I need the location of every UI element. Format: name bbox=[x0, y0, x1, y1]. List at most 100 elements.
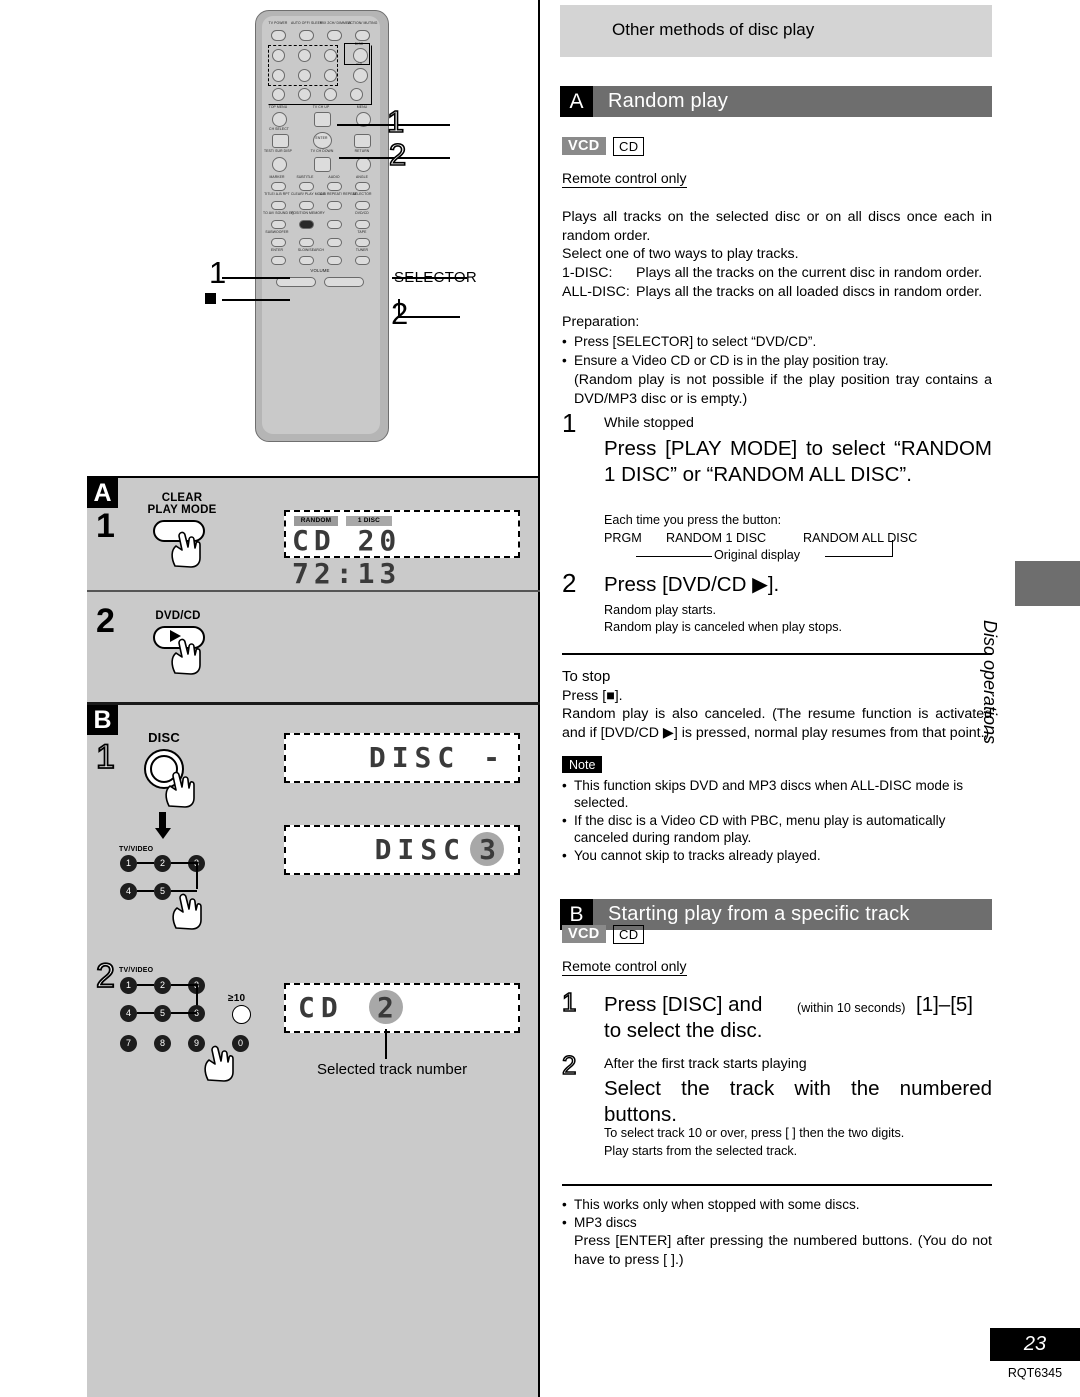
remote-button-angle[interactable] bbox=[355, 182, 370, 191]
panel-b2-key-7[interactable]: 7 bbox=[120, 1035, 137, 1052]
remote-button-subwoofer[interactable] bbox=[271, 238, 286, 247]
section-b-footer-bullet-2: • MP3 discs bbox=[562, 1214, 992, 1231]
section-b-divider bbox=[562, 1184, 992, 1186]
section-a-prep-bullet-1: • Press [SELECTOR] to select “DVD/CD”. bbox=[562, 333, 992, 350]
note-bullet-1: • This function skips DVD and MP3 discs … bbox=[562, 777, 992, 812]
section-a-letter: A bbox=[560, 86, 593, 117]
section-a-1disc-text: Plays all the tracks on the current disc… bbox=[636, 265, 983, 281]
panel-a: A 1 CLEAR PLAY MODE RANDOM 1 DISC CD 20 … bbox=[87, 478, 540, 590]
note-bullet-3: • You cannot skip to tracks already play… bbox=[562, 847, 992, 864]
remote-button-mix-2ch[interactable] bbox=[327, 30, 342, 41]
section-a-step1-sub: Each time you press the button: bbox=[604, 513, 782, 527]
remote-button-play-mode[interactable] bbox=[299, 201, 314, 210]
panel-b2-key-1[interactable]: 1 bbox=[120, 977, 137, 994]
cycle-rule-tick bbox=[892, 540, 894, 557]
panel-b: B 1 DISC TV/VIDEO 1 2 3 4 5 DISC - DISC … bbox=[87, 705, 540, 1397]
bullet-dot: • bbox=[562, 1215, 567, 1230]
pointing-hand-icon-b1b bbox=[172, 893, 202, 930]
remote-button-marker[interactable] bbox=[271, 182, 286, 191]
panel-a-key-label-play-mode: PLAY MODE bbox=[147, 504, 217, 516]
bullet-text: Press [SELECTOR] to select “DVD/CD”. bbox=[574, 334, 817, 349]
panel-a-step2-number: 2 bbox=[96, 602, 115, 640]
section-b-footer-bullet-1: • This works only when stopped with some… bbox=[562, 1196, 992, 1213]
remote-label-action: ACTION/ MUTING bbox=[348, 21, 378, 25]
remote-label-tuner: TUNER bbox=[355, 248, 369, 252]
bullet-text: This function skips DVD and MP3 discs wh… bbox=[574, 778, 964, 811]
panel-b-key-2[interactable]: 2 bbox=[154, 855, 171, 872]
remote-button-selector[interactable] bbox=[355, 201, 370, 210]
panel-b2-key-5[interactable]: 5 bbox=[154, 1005, 171, 1022]
section-b-step1-part-a: Press [DISC] and bbox=[604, 993, 763, 1016]
page-banner-title: Other methods of disc play bbox=[612, 20, 815, 39]
display-text-a: CD 20 72:13 bbox=[292, 524, 402, 590]
panel-b-key-4[interactable]: 4 bbox=[120, 883, 137, 900]
remote-button-pause[interactable] bbox=[327, 220, 342, 229]
badge-cd-a: CD bbox=[613, 137, 645, 156]
remote-button-audio[interactable] bbox=[327, 182, 342, 191]
remote-button-stop[interactable] bbox=[299, 220, 314, 229]
remote-button-slow-fwd[interactable] bbox=[327, 256, 342, 265]
display-text-b2-value: 3 bbox=[479, 833, 496, 866]
note-tag: Note bbox=[562, 756, 603, 773]
remote-label-play-mode: CLEAR/ PLAY MODE bbox=[291, 192, 326, 196]
highlight-box-disc-key bbox=[344, 43, 370, 65]
remote-button-top-menu[interactable] bbox=[272, 112, 287, 127]
remote-label-subwoofer: SUBWOOFER bbox=[265, 230, 289, 234]
remote-button-skip-fwd[interactable] bbox=[327, 238, 342, 247]
section-a-intro-1: Plays all tracks on the selected disc or… bbox=[562, 209, 992, 244]
remote-button-down-arrow[interactable] bbox=[314, 157, 331, 172]
remote-label-menu: MENU bbox=[356, 105, 368, 109]
remote-button-subtitle[interactable] bbox=[299, 182, 314, 191]
panel-b-tvvideo-label-2: TV/VIDEO bbox=[119, 967, 154, 974]
remote-button-left-arrow[interactable] bbox=[272, 134, 289, 148]
remote-button-tape[interactable] bbox=[355, 238, 370, 247]
section-b-step2-sub2: Play starts from the selected track. bbox=[604, 1144, 798, 1158]
remote-button-repeat[interactable] bbox=[327, 201, 342, 210]
panel-b-step2-number: 2 bbox=[95, 956, 116, 996]
callout-stop-square-icon bbox=[205, 293, 216, 304]
panel-b2-key-over-ten[interactable] bbox=[232, 1005, 251, 1024]
remote-button-action[interactable] bbox=[355, 30, 370, 41]
section-b-step1-part-c: to select the disc. bbox=[604, 1019, 763, 1042]
panel-b-display-1: DISC - bbox=[284, 733, 520, 783]
panel-b2-link-2-3 bbox=[171, 984, 197, 987]
remote-button-right-arrow[interactable] bbox=[354, 134, 371, 148]
remote-button-up-arrow[interactable] bbox=[314, 112, 331, 127]
panel-b2-key-2[interactable]: 2 bbox=[154, 977, 171, 994]
remote-button-tuner[interactable] bbox=[355, 256, 370, 265]
bullet-text: MP3 discs bbox=[574, 1215, 637, 1230]
panel-b-key-1[interactable]: 1 bbox=[120, 855, 137, 872]
cycle-rule-right bbox=[825, 556, 893, 558]
section-a-step1-number: 1 bbox=[562, 408, 577, 438]
panel-b-key-5[interactable]: 5 bbox=[154, 883, 171, 900]
section-a-step2-sub2: Random play is canceled when play stops. bbox=[604, 620, 843, 634]
panel-b-tvvideo-label: TV/VIDEO bbox=[119, 846, 154, 853]
remote-button-slow-back[interactable] bbox=[299, 256, 314, 265]
remote-control-illustration: TV POWER AUTO OFF/ SLEEP MIX 2CH/ DIMMER… bbox=[255, 10, 389, 442]
cycle-item-random-all-disc: RANDOM ALL DISC bbox=[803, 531, 918, 545]
callout-label-selector: SELECTOR bbox=[394, 269, 477, 286]
remote-label-dvd-cd: DVD/CD bbox=[355, 211, 369, 215]
remote-button-skip-back[interactable] bbox=[299, 238, 314, 247]
pointing-hand-icon-a1 bbox=[171, 531, 201, 568]
section-a-title: Random play bbox=[608, 90, 729, 112]
remote-button-auto-off[interactable] bbox=[299, 30, 314, 41]
section-b-step2-instruction: Select the track with the numbered butto… bbox=[604, 1077, 992, 1126]
display-text-b1: DISC - bbox=[368, 741, 506, 774]
section-b-footer-bullet-2-text: Press [ENTER] after pressing the numbere… bbox=[574, 1233, 992, 1268]
panel-b2-key-4[interactable]: 4 bbox=[120, 1005, 137, 1022]
remote-button-volume-up[interactable] bbox=[324, 277, 364, 287]
remote-button-enter-2[interactable] bbox=[271, 256, 286, 265]
panel-b-step1-number: 1 bbox=[95, 737, 116, 777]
bullet-text: This works only when stopped with some d… bbox=[574, 1197, 860, 1212]
remote-button-tv-power[interactable] bbox=[271, 30, 286, 41]
remote-button-dvd-cd-play[interactable] bbox=[355, 220, 370, 229]
remote-button-test[interactable] bbox=[272, 157, 287, 172]
remote-button-to-av[interactable] bbox=[271, 220, 286, 229]
display-text-b3-value: 2 bbox=[377, 991, 394, 1024]
section-a-prep-title: Preparation: bbox=[562, 314, 640, 330]
remote-button-title[interactable] bbox=[271, 201, 286, 210]
panel-b2-key-8[interactable]: 8 bbox=[154, 1035, 171, 1052]
panel-a-step1-number: 1 bbox=[96, 507, 115, 545]
remote-button-return[interactable] bbox=[356, 157, 371, 172]
